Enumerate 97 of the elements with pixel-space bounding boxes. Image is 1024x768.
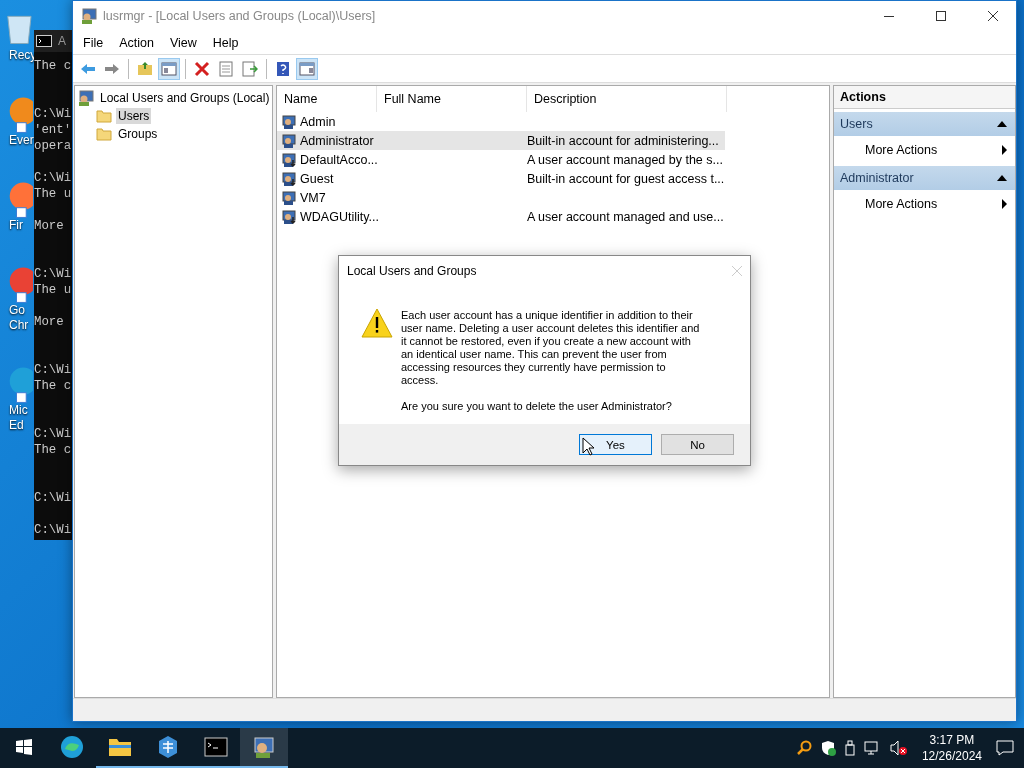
close-icon xyxy=(988,11,998,21)
tree-item[interactable]: Groups xyxy=(116,126,160,142)
users-app-icon xyxy=(252,735,276,759)
console-line: C:\Wi xyxy=(34,362,72,378)
console-line: The u xyxy=(34,186,72,202)
user-row[interactable]: VM7 xyxy=(277,188,725,207)
folder-icon xyxy=(96,127,112,141)
network-app-icon xyxy=(157,735,179,759)
toolbar-button[interactable] xyxy=(296,57,318,80)
submenu-arrow-icon xyxy=(1002,198,1007,209)
console-line: The c xyxy=(34,58,72,74)
tree-item[interactable]: Local Users and Groups (Local) xyxy=(98,90,272,106)
console-title: A xyxy=(58,34,66,48)
action-section-header[interactable]: Administrator xyxy=(834,166,1015,190)
desktop-icon-label: Mic xyxy=(8,403,28,418)
notification-icon[interactable] xyxy=(996,740,1014,756)
user-name: VM7 xyxy=(300,190,326,205)
column-header[interactable]: Full Name xyxy=(377,86,527,112)
tree-pane-icon xyxy=(161,61,177,76)
user-row[interactable]: Admin xyxy=(277,112,725,131)
mouse-cursor-icon xyxy=(582,437,594,456)
clock-date: 12/26/2024 xyxy=(921,748,982,764)
console-line: C:\Wi xyxy=(34,522,72,538)
user-name: Administrator xyxy=(300,133,374,148)
browser-icon xyxy=(60,735,84,759)
action-item[interactable]: More Actions xyxy=(865,142,938,157)
warning-icon xyxy=(361,308,393,338)
actions-title: Actions xyxy=(834,86,1015,109)
forward-arrow-icon xyxy=(104,62,120,75)
desktop-icon-label: Chr xyxy=(8,318,29,333)
window-title: lusrmgr - [Local Users and Groups (Local)\Users] xyxy=(103,9,377,23)
tree-item[interactable]: Users xyxy=(116,108,152,124)
console-line: C:\Wi xyxy=(34,170,72,186)
help-icon xyxy=(276,60,290,77)
properties-icon xyxy=(219,60,233,77)
menu-item[interactable]: File xyxy=(75,35,112,50)
desktop-icon-label: Ever xyxy=(8,133,34,147)
user-row[interactable]: Administrator Built-in account for administering... xyxy=(277,131,725,150)
no-button[interactable]: No xyxy=(661,434,734,455)
users-app-icon xyxy=(81,8,97,24)
windows-logo-icon xyxy=(16,739,32,755)
user-name: Guest xyxy=(300,171,334,186)
action-section-header[interactable]: Users xyxy=(834,112,1015,136)
desktop-icon-label: Ed xyxy=(8,418,24,433)
action-pane-icon xyxy=(299,61,315,76)
toolbar-button[interactable] xyxy=(158,57,180,80)
console-line: 'ent' xyxy=(34,122,72,137)
computer-users-icon xyxy=(78,90,94,106)
user-description: A user account managed by the s... xyxy=(527,152,723,167)
usb-drive-icon[interactable] xyxy=(843,740,856,756)
export-list-icon xyxy=(242,60,258,77)
console-line: opera xyxy=(34,139,72,154)
user-name: WDAGUtility... xyxy=(300,209,379,224)
user-description: Built-in account for administering... xyxy=(527,133,719,148)
terminal-icon xyxy=(36,35,52,47)
section-title: Users xyxy=(840,117,873,131)
yes-button[interactable]: Yes xyxy=(579,434,652,455)
folder-up-icon xyxy=(137,61,153,76)
dialog-message: Each user account has a unique identifier in addition to their user name. Deleting a user account deletes this identifier and it cannot be restored, even if you create a new account with an identical user name. This can prevent the user from accessing resources they currently have permission to access. xyxy=(401,309,701,387)
user-description: Built-in account for guest access t... xyxy=(527,171,725,186)
console-line: C:\Wi xyxy=(34,266,72,282)
dialog-question: Are you sure you want to delete the user Administrator? xyxy=(401,400,673,413)
user-name: DefaultAcco... xyxy=(300,152,378,167)
magnifier-icon[interactable] xyxy=(795,740,812,756)
clock[interactable]: 3:17 PM 12/26/2024 xyxy=(915,732,988,764)
user-description: A user account managed and use... xyxy=(527,209,724,224)
menu-item[interactable]: Action xyxy=(111,35,162,50)
desktop-icon-label: Go xyxy=(8,303,25,318)
desktop-icon-label: Fir xyxy=(8,218,23,233)
delete-icon xyxy=(194,60,210,77)
console-line: More xyxy=(34,218,65,234)
shield-icon[interactable] xyxy=(819,740,836,756)
clock-time: 3:17 PM xyxy=(929,732,975,748)
console-line: C:\Wi xyxy=(34,490,72,506)
console-line: The u xyxy=(34,282,72,298)
user-name: Admin xyxy=(300,114,336,129)
minimize-icon xyxy=(884,15,894,17)
terminal-icon xyxy=(204,737,228,757)
maximize-icon xyxy=(936,11,946,21)
taskbar-app-button[interactable] xyxy=(240,728,288,768)
folder-icon xyxy=(108,737,132,757)
dialog-title: Local Users and Groups xyxy=(347,264,477,278)
console-line: C:\Wi xyxy=(34,106,72,122)
menu-item[interactable]: View xyxy=(161,35,205,50)
console-line: More xyxy=(34,314,65,330)
menu-item[interactable]: Help xyxy=(204,35,247,50)
column-header[interactable]: Name xyxy=(277,86,377,112)
folder-icon xyxy=(96,109,112,123)
console-line: The c xyxy=(34,378,72,394)
console-line: C:\Wi xyxy=(34,426,72,442)
back-arrow-icon xyxy=(80,62,96,75)
muted-speaker-icon[interactable] xyxy=(889,740,908,756)
action-item[interactable]: More Actions xyxy=(865,196,938,211)
console-line: The c xyxy=(34,442,72,458)
submenu-arrow-icon xyxy=(1002,144,1007,155)
column-header[interactable]: Description xyxy=(527,86,727,112)
section-title: Administrator xyxy=(840,171,914,185)
